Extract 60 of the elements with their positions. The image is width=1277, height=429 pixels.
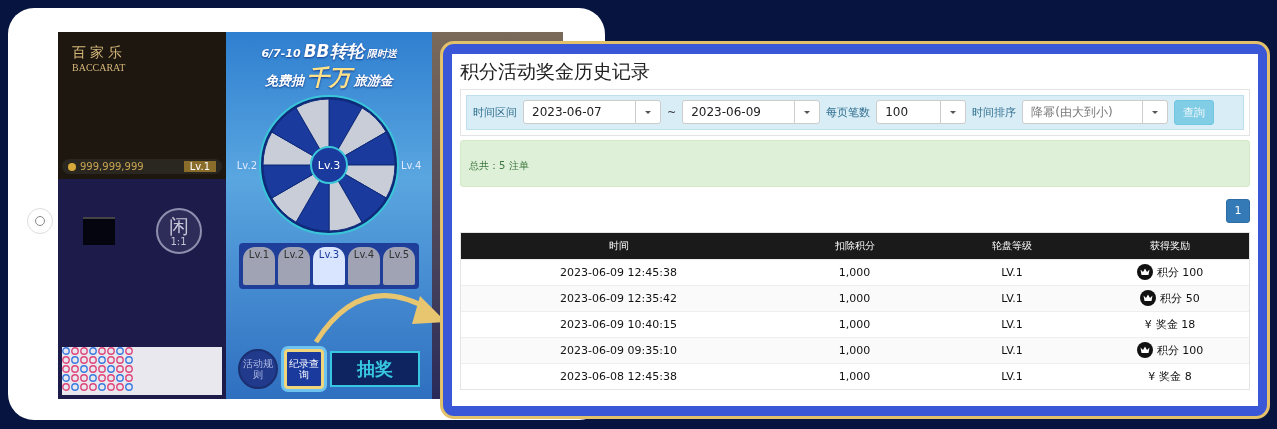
table-cell-text: 2023-06-09 12:45:38 [559, 265, 678, 279]
filter-label: 时间排序 [972, 104, 1017, 120]
column-header: 扣除积分 [833, 238, 876, 253]
crown-icon [1136, 264, 1153, 281]
level-text: Lv.1 [183, 161, 216, 172]
table-cell-text: LV.1 [1000, 291, 1024, 305]
level-tier-tab[interactable]: Lv.2 [278, 247, 310, 285]
table-cell-text: 1,000 [837, 317, 872, 331]
promo-title: 旅游金 [354, 73, 393, 88]
column-header: 获得奖励 [1149, 238, 1191, 253]
level-tier-tab[interactable]: Lv.4 [348, 247, 380, 285]
crown-icon [1136, 342, 1153, 359]
currency-symbol: ¥ [1144, 317, 1152, 331]
coin-icon [68, 162, 76, 171]
reward-text: 积分 50 [1160, 290, 1200, 306]
level-tier-tab[interactable]: Lv.5 [383, 247, 415, 285]
game-logo-subtitle: BACCARAT [72, 62, 126, 73]
page-size-select[interactable]: 100 [876, 100, 967, 125]
date-select[interactable]: 2023-06-09 [682, 100, 821, 125]
level-tier-tab[interactable]: Lv.1 [243, 247, 275, 285]
reward-text: 奖金 8 [1159, 368, 1192, 384]
level-tier-tab[interactable]: Lv.3 [313, 247, 345, 285]
summary-text: 总共：5 注单 [469, 159, 529, 171]
round-menu-button[interactable]: 纪录查询 [284, 349, 324, 389]
table-cell-text: LV.1 [1000, 317, 1024, 331]
round-menu-button[interactable]: 活动规则 [238, 349, 278, 389]
table-cell-text: LV.1 [1000, 343, 1024, 357]
table-cell-text: 1,000 [837, 369, 872, 383]
sort-select[interactable]: 降幂(由大到小) [1022, 100, 1169, 125]
table-cell-text: 1,000 [837, 343, 872, 357]
promo-title: 6/7-10 [261, 47, 301, 60]
card-placeholder [82, 217, 115, 245]
promo-title: 免费抽 [265, 72, 304, 90]
crown-icon [1140, 290, 1157, 307]
panel-title: 积分活动奖金历史记录 [460, 60, 651, 83]
page-button[interactable]: 1 [1226, 198, 1250, 223]
game-logo: 百家乐 [72, 44, 126, 62]
table-cell-text: LV.1 [1000, 265, 1024, 279]
date-select[interactable]: 2023-06-07 [523, 100, 661, 125]
filter-label: 每页笔数 [826, 104, 871, 120]
column-header: 轮盘等级 [991, 238, 1033, 253]
table-cell-text: 2023-06-09 12:35:42 [559, 291, 678, 305]
draw-button[interactable]: 抽奖 [330, 351, 420, 387]
bet-button[interactable]: 闲 1:1 [155, 208, 202, 254]
range-separator: ~ [667, 105, 677, 119]
currency-symbol: ¥ [1148, 369, 1156, 383]
reward-text: 积分 100 [1156, 264, 1204, 280]
table-cell-text: 2023-06-08 12:45:38 [559, 369, 678, 383]
table-cell-text: 1,000 [837, 265, 872, 279]
reward-text: 奖金 18 [1155, 316, 1196, 332]
filter-label: 时间区间 [473, 104, 517, 120]
reward-text: 积分 100 [1156, 342, 1204, 358]
column-header: 时间 [607, 238, 630, 253]
table-cell-text: 2023-06-09 10:40:15 [559, 317, 678, 331]
table-cell-text: 2023-06-09 09:35:10 [559, 343, 678, 357]
balance-text: 999,999,999 [80, 161, 144, 172]
table-cell-text: LV.1 [1000, 369, 1024, 383]
table-cell-text: 1,000 [837, 291, 872, 305]
promo-title: 限时送 [366, 47, 397, 61]
promo-title: BB转轮 [303, 40, 364, 63]
